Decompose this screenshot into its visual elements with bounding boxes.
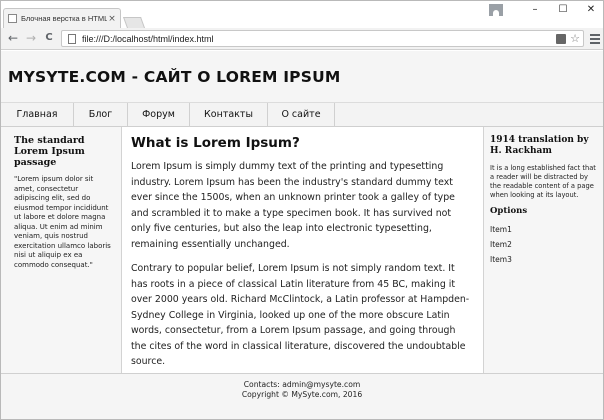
address-bar[interactable]: file:///D:/localhost/html/index.html ☆ (61, 30, 584, 47)
menu-item-home[interactable]: Главная (1, 103, 74, 127)
site-footer: Contacts: admin@mysyte.com Copyright © M… (1, 373, 603, 419)
left-sidebar: The standard Lorem Ipsum passage "Lorem … (1, 127, 122, 373)
browser-window: Блочная верстка в HTML × – ☐ ✕ ← → C fil… (0, 0, 604, 420)
left-sidebar-heading: The standard Lorem Ipsum passage (14, 135, 85, 168)
left-sidebar-text: "Lorem ipsum dolor sit amet, consectetur… (14, 175, 111, 269)
bookmark-star-icon[interactable]: ☆ (570, 33, 580, 45)
back-arrow-icon[interactable]: ← (6, 31, 20, 45)
main-menu: Главная Блог Форум Контакты О сайте (1, 103, 603, 127)
menu-item-contacts[interactable]: Контакты (190, 103, 268, 127)
new-tab-button[interactable] (122, 17, 146, 28)
page-favicon-icon (8, 14, 17, 23)
tab-title: Блочная верстка в HTML (21, 14, 108, 23)
footer-contacts: Contacts: admin@mysyte.com (243, 380, 361, 389)
browser-toolbar: ← → C file:///D:/localhost/html/index.ht… (1, 28, 603, 50)
main-article: What is Lorem Ipsum? Lorem Ipsum is simp… (122, 127, 483, 373)
close-window-button[interactable]: ✕ (577, 1, 603, 19)
article-paragraph: Contrary to popular belief, Lorem Ipsum … (131, 263, 470, 367)
content-area: The standard Lorem Ipsum passage "Lorem … (1, 127, 603, 373)
page-viewport: MYSYTE.COM - САЙТ О LOREM IPSUM Главная … (1, 51, 603, 419)
translate-icon[interactable] (556, 33, 567, 44)
menu-item-about[interactable]: О сайте (268, 103, 335, 127)
options-item[interactable]: Item3 (490, 252, 599, 267)
article-heading: What is Lorem Ipsum? (131, 135, 300, 151)
right-sidebar: 1914 translation by H. Rackham It is a l… (483, 127, 603, 373)
menu-item-forum[interactable]: Форум (128, 103, 190, 127)
window-controls: – ☐ ✕ (489, 1, 603, 19)
options-item[interactable]: Item2 (490, 237, 599, 252)
menu-item-blog[interactable]: Блог (74, 103, 128, 127)
title-bar: Блочная верстка в HTML × – ☐ ✕ (1, 1, 603, 28)
minimize-button[interactable]: – (521, 1, 549, 19)
forward-arrow-icon[interactable]: → (24, 31, 38, 45)
browser-menu-icon[interactable] (589, 32, 601, 46)
tab-close-icon[interactable]: × (107, 14, 117, 24)
profile-icon[interactable] (489, 4, 503, 16)
maximize-button[interactable]: ☐ (549, 1, 577, 19)
site-header: MYSYTE.COM - САЙТ О LOREM IPSUM (1, 51, 603, 103)
address-url[interactable]: file:///D:/localhost/html/index.html (82, 34, 556, 44)
options-heading: Options (490, 206, 528, 216)
options-list: Item1 Item2 Item3 (490, 222, 599, 267)
footer-copyright: Copyright © MySyte.com, 2016 (241, 390, 363, 399)
options-item[interactable]: Item1 (490, 222, 599, 237)
site-title: MYSYTE.COM - САЙТ О LOREM IPSUM (8, 67, 341, 86)
article-paragraph: Lorem Ipsum is simply dummy text of the … (131, 161, 455, 250)
right-sidebar-text: It is a long established fact that a rea… (490, 164, 596, 199)
right-sidebar-heading: 1914 translation by H. Rackham (490, 135, 589, 156)
page-icon (68, 33, 76, 44)
reload-icon[interactable]: C (42, 31, 56, 45)
browser-tab[interactable]: Блочная верстка в HTML × (3, 8, 121, 28)
